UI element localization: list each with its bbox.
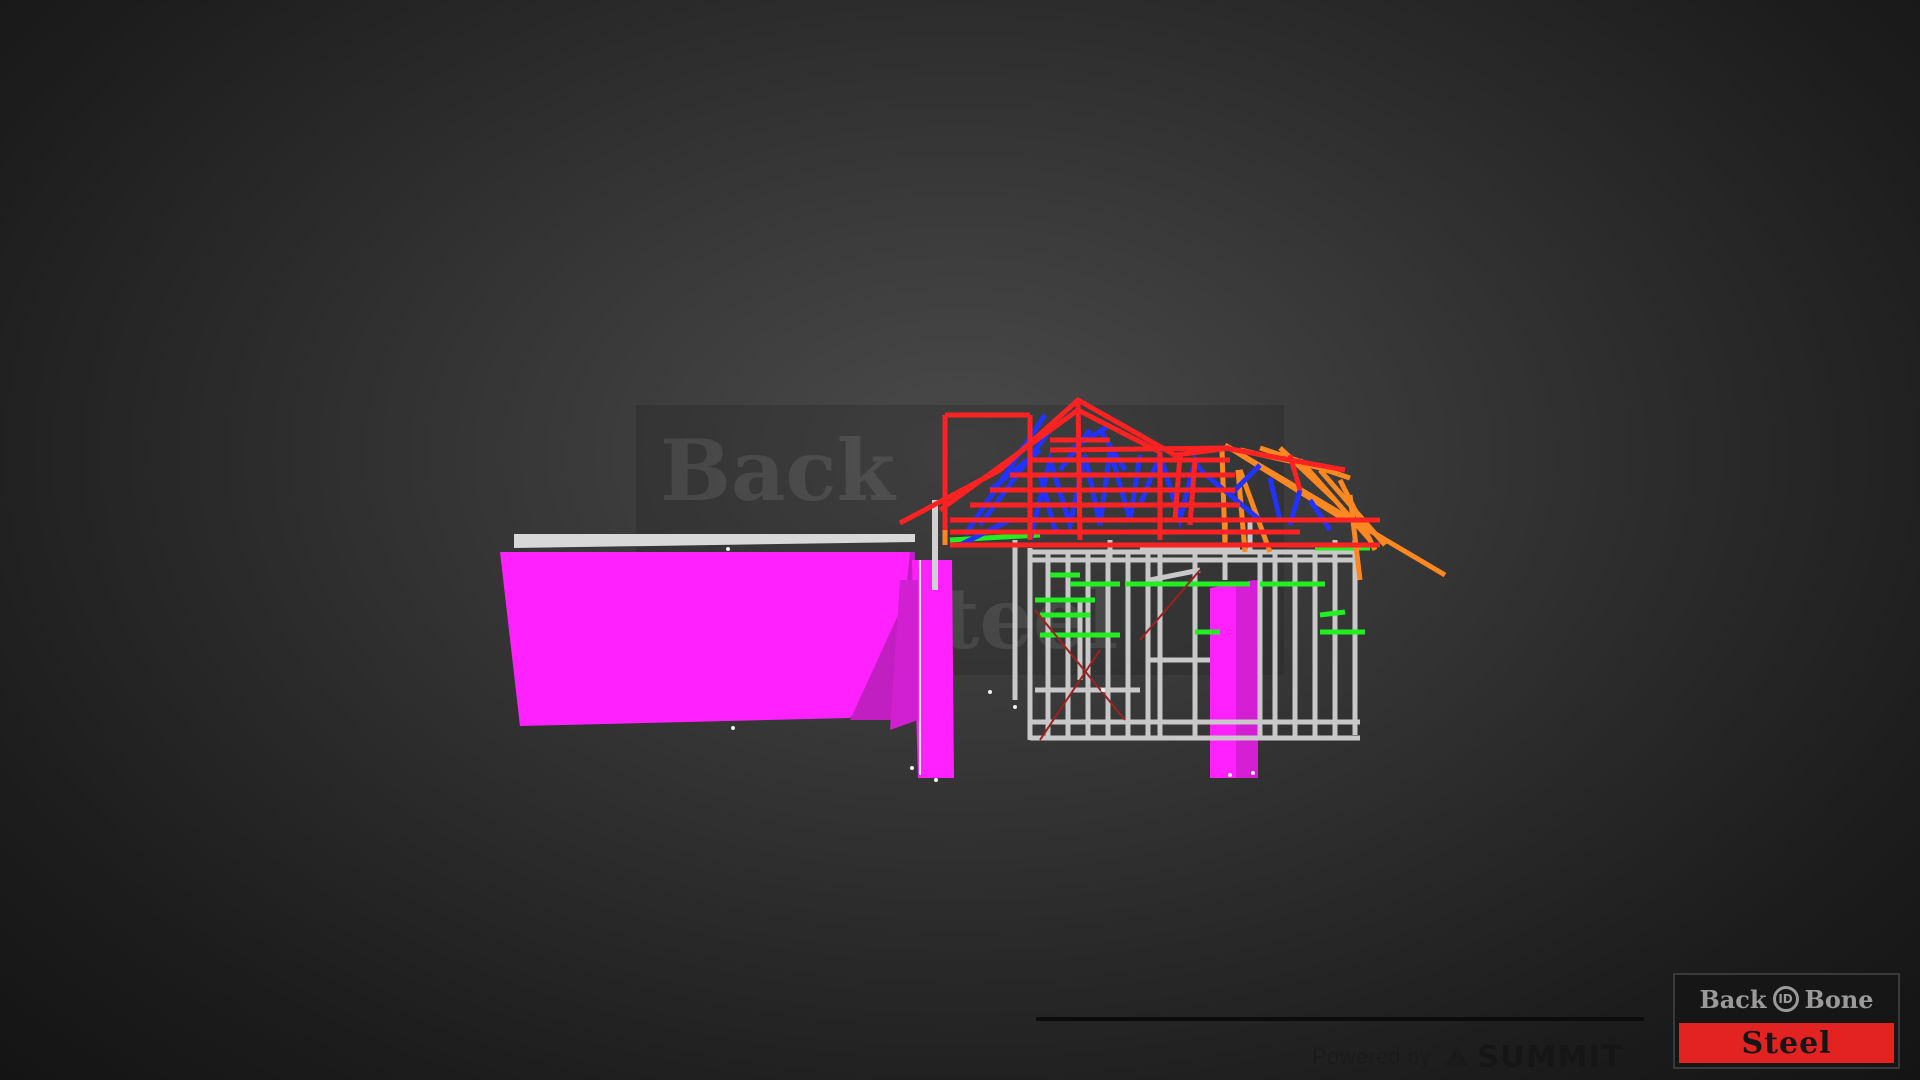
logo-ring-symbol: ID [1778,992,1793,1006]
logo-word-bone: Bone [1804,984,1874,1014]
watermark-text-top: Back [660,421,897,520]
logo-word-back: Back [1699,984,1767,1014]
logo-word-steel: Steel [1741,1025,1832,1061]
summit-brand[interactable]: SUMMIT [1443,1040,1623,1075]
powered-by-footer[interactable]: Powered by SUMMIT [1312,1040,1624,1075]
wall-panel-left [500,500,954,778]
powered-by-label: Powered by [1312,1044,1432,1069]
3d-model-viewport[interactable]: Back Steel [0,0,1920,1080]
logo-ring-icon: ID [1772,986,1799,1012]
wall-panel-post [1210,580,1258,778]
logo-steel-band: Steel [1679,1023,1894,1063]
progress-bar-divider [1036,1017,1644,1021]
summit-brand-name: SUMMIT [1477,1039,1624,1075]
mountain-icon [1445,1046,1470,1066]
backbone-steel-logo[interactable]: Back ID Bone Steel [1673,973,1900,1069]
steel-frame-model[interactable]: Back Steel [0,0,1920,1080]
logo-top-row: Back ID Bone [1675,975,1898,1023]
